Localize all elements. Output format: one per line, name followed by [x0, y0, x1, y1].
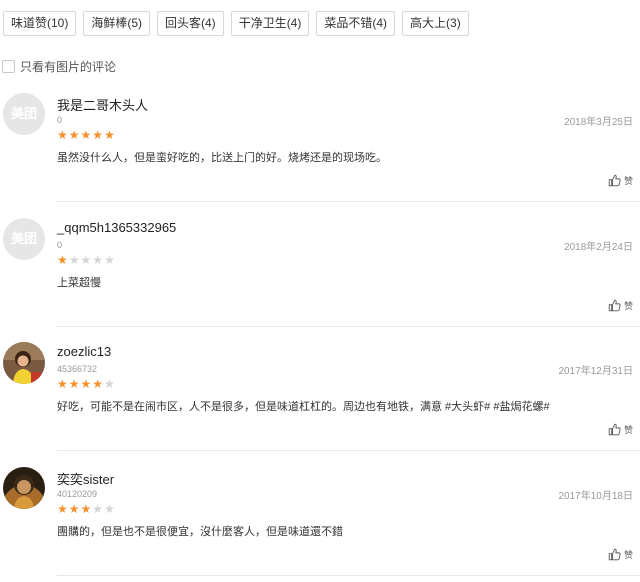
- star-filled-icon: ★: [68, 128, 80, 142]
- review-username: zoezlic13: [57, 344, 112, 359]
- like-label: 赞: [623, 176, 633, 186]
- avatar-placeholder: 美团: [3, 218, 45, 260]
- star-empty-icon: ★: [92, 253, 104, 267]
- review-date: 2018年3月25日: [564, 117, 633, 128]
- star-filled-icon: ★: [57, 377, 68, 391]
- star-filled-icon: ★: [92, 128, 104, 142]
- like-button[interactable]: 赞: [608, 423, 633, 436]
- review-content: 團購的，但是也不是很便宜，沒什麼客人，但是味道還不錯: [57, 526, 343, 538]
- star-rating: ★ ★ ★ ★ ★: [57, 378, 115, 390]
- photo-only-label: 只看有图片的评论: [20, 60, 117, 74]
- star-empty-icon: ★: [104, 253, 115, 267]
- review-divider: [57, 575, 640, 576]
- star-empty-icon: ★: [104, 377, 115, 391]
- review-username: 我是二哥木头人: [57, 98, 149, 113]
- user-avatar: [3, 467, 45, 509]
- star-rating: ★ ★ ★ ★ ★: [57, 129, 115, 141]
- star-filled-icon: ★: [80, 377, 92, 391]
- tag-clean-hygienic[interactable]: 干净卫生(4): [230, 11, 310, 36]
- star-empty-icon: ★: [68, 253, 80, 267]
- avatar-photo-child: [3, 342, 45, 384]
- star-filled-icon: ★: [57, 128, 68, 142]
- like-label: 赞: [623, 425, 633, 435]
- thumbs-up-icon: [608, 299, 621, 312]
- star-filled-icon: ★: [92, 377, 104, 391]
- avatar-photo-person: [3, 467, 45, 509]
- thumbs-up-icon: [608, 174, 621, 187]
- review-divider: [57, 450, 640, 451]
- review-username: 奕奕sister: [57, 472, 115, 487]
- photo-only-filter[interactable]: 只看有图片的评论: [2, 58, 116, 75]
- review-user-id: 40120209: [57, 489, 98, 499]
- thumbs-up-icon: [608, 548, 621, 561]
- star-empty-icon: ★: [104, 502, 115, 516]
- review-item: zoezlic13 45366732 2017年12月31日 ★ ★ ★ ★ ★ 好吃，…: [0, 335, 640, 460]
- tag-dishes-good[interactable]: 菜品不错(4): [316, 11, 396, 36]
- like-label: 赞: [623, 301, 633, 311]
- star-filled-icon: ★: [68, 502, 80, 516]
- like-label: 赞: [623, 550, 633, 560]
- tag-upscale[interactable]: 高大上(3): [402, 11, 469, 36]
- review-item: 奕奕sister 40120209 2017年10月18日 ★ ★ ★ ★ ★ 團購的，…: [0, 460, 640, 582]
- review-date: 2018年2月24日: [564, 242, 633, 253]
- star-rating: ★ ★ ★ ★ ★: [57, 254, 115, 266]
- tag-returning-customer[interactable]: 回头客(4): [157, 11, 224, 36]
- like-button[interactable]: 赞: [608, 174, 633, 187]
- star-filled-icon: ★: [104, 128, 115, 142]
- thumbs-up-icon: [608, 423, 621, 436]
- star-filled-icon: ★: [68, 377, 80, 391]
- review-date: 2017年12月31日: [558, 366, 634, 377]
- review-username: _qqm5h1365332965: [57, 220, 177, 235]
- review-divider: [57, 201, 640, 202]
- star-rating: ★ ★ ★ ★ ★: [57, 503, 115, 515]
- star-empty-icon: ★: [92, 502, 104, 516]
- review-content: 上菜超慢: [57, 277, 101, 289]
- like-button[interactable]: 赞: [608, 299, 633, 312]
- review-user-id: 0: [57, 115, 63, 125]
- review-item: 美团 _qqm5h1365332965 0 2018年2月24日 ★ ★ ★ ★ ★ 上…: [0, 211, 640, 336]
- review-divider: [57, 326, 640, 327]
- review-user-id: 45366732: [57, 364, 98, 374]
- review-item: 美团 我是二哥木头人 0 2018年3月25日 ★ ★ ★ ★ ★ 虽然没什么人，但是蛮…: [0, 86, 640, 211]
- star-filled-icon: ★: [57, 253, 68, 267]
- like-button[interactable]: 赞: [608, 548, 633, 561]
- star-filled-icon: ★: [80, 128, 92, 142]
- tag-filter-bar: 味道赞(10) 海鲜棒(5) 回头客(4) 干净卫生(4) 菜品不错(4) 高大…: [3, 11, 469, 36]
- review-date: 2017年10月18日: [558, 491, 634, 502]
- tag-taste-good[interactable]: 味道赞(10): [3, 11, 77, 36]
- review-user-id: 0: [57, 240, 63, 250]
- user-avatar: [3, 342, 45, 384]
- star-filled-icon: ★: [80, 502, 92, 516]
- photo-only-checkbox[interactable]: [2, 60, 15, 73]
- avatar-placeholder: 美团: [3, 93, 45, 135]
- tag-seafood-great[interactable]: 海鲜棒(5): [83, 11, 151, 36]
- review-content: 好吃，可能不是在闹市区，人不是很多，但是味道杠杠的。周边也有地铁，满意 #大头虾…: [57, 401, 550, 413]
- star-empty-icon: ★: [80, 253, 92, 267]
- star-filled-icon: ★: [57, 502, 68, 516]
- review-content: 虽然没什么人，但是蛮好吃的，比送上门的好。烧烤还是的现场吃。: [57, 152, 387, 164]
